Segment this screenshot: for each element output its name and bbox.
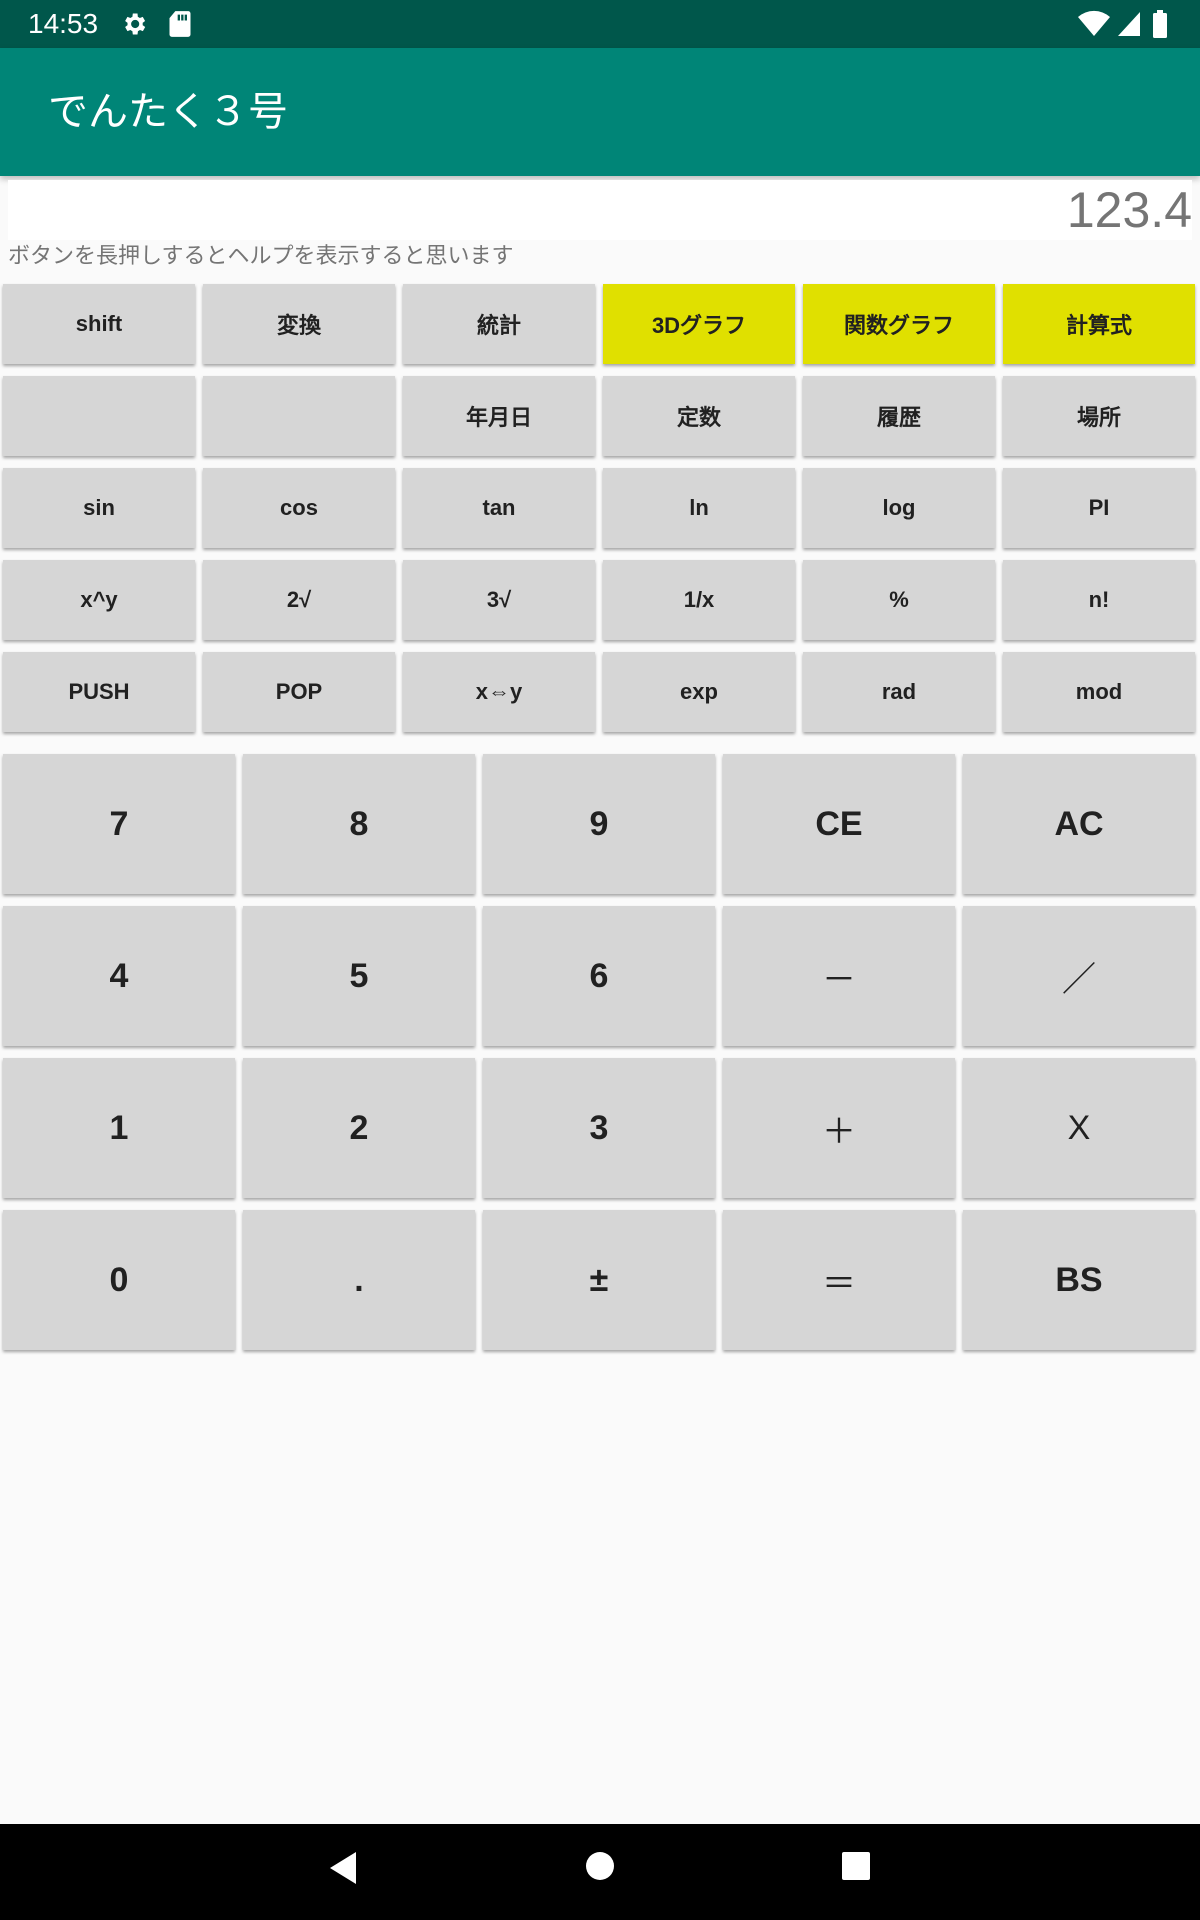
blank-button-2[interactable] bbox=[203, 376, 395, 456]
all-clear-button[interactable]: AC bbox=[963, 754, 1195, 894]
exp-button[interactable]: exp bbox=[603, 652, 795, 732]
backspace-button[interactable]: BS bbox=[963, 1210, 1195, 1350]
shift-button[interactable]: shift bbox=[3, 284, 195, 364]
history-button[interactable]: 履歴 bbox=[803, 376, 995, 456]
cos-button[interactable]: cos bbox=[203, 468, 395, 548]
digit-1-button[interactable]: 1 bbox=[3, 1058, 235, 1198]
digit-0-button[interactable]: 0 bbox=[3, 1210, 235, 1350]
factorial-button[interactable]: n! bbox=[1003, 560, 1195, 640]
mod-button[interactable]: mod bbox=[1003, 652, 1195, 732]
plus-minus-button[interactable]: ± bbox=[483, 1210, 715, 1350]
blank-button-1[interactable] bbox=[3, 376, 195, 456]
sd-card-icon bbox=[168, 10, 192, 42]
percent-button[interactable]: % bbox=[803, 560, 995, 640]
sin-button[interactable]: sin bbox=[3, 468, 195, 548]
multiply-button[interactable]: X bbox=[963, 1058, 1195, 1198]
pi-button[interactable]: PI bbox=[1003, 468, 1195, 548]
power-button[interactable]: x^y bbox=[3, 560, 195, 640]
date-button[interactable]: 年月日 bbox=[403, 376, 595, 456]
convert-button[interactable]: 変換 bbox=[203, 284, 395, 364]
decimal-point-button[interactable]: . bbox=[243, 1210, 475, 1350]
navigation-bar bbox=[0, 1824, 1200, 1920]
formula-button[interactable]: 計算式 bbox=[1003, 284, 1195, 364]
function-graph-button[interactable]: 関数グラフ bbox=[803, 284, 995, 364]
app-title: でんたく３号 bbox=[48, 89, 288, 135]
tan-button[interactable]: tan bbox=[403, 468, 595, 548]
subtract-button[interactable]: － bbox=[723, 906, 955, 1046]
back-icon[interactable] bbox=[326, 1848, 358, 1892]
digit-8-button[interactable]: 8 bbox=[243, 754, 475, 894]
status-time: 14:53 bbox=[28, 8, 99, 39]
settings-icon bbox=[120, 10, 148, 42]
calculator-display: 123.4 bbox=[8, 180, 1192, 240]
digit-7-button[interactable]: 7 bbox=[3, 754, 235, 894]
divide-button[interactable]: ／ bbox=[963, 906, 1195, 1046]
swap-xy-button[interactable]: x⇔y bbox=[403, 652, 595, 732]
rad-button[interactable]: rad bbox=[803, 652, 995, 732]
add-button[interactable]: ＋ bbox=[723, 1058, 955, 1198]
digit-9-button[interactable]: 9 bbox=[483, 754, 715, 894]
wifi-icon bbox=[1078, 10, 1110, 42]
digit-4-button[interactable]: 4 bbox=[3, 906, 235, 1046]
equals-button[interactable]: ＝ bbox=[723, 1210, 955, 1350]
battery-icon bbox=[1152, 10, 1168, 42]
digit-2-button[interactable]: 2 bbox=[243, 1058, 475, 1198]
digit-5-button[interactable]: 5 bbox=[243, 906, 475, 1046]
location-button[interactable]: 場所 bbox=[1003, 376, 1195, 456]
statistics-button[interactable]: 統計 bbox=[403, 284, 595, 364]
log-button[interactable]: log bbox=[803, 468, 995, 548]
display-value: 123.4 bbox=[1066, 182, 1192, 238]
help-text: ボタンを長押しするとヘルプを表示すると思います bbox=[8, 244, 514, 269]
3d-graph-button[interactable]: 3Dグラフ bbox=[603, 284, 795, 364]
digit-3-button[interactable]: 3 bbox=[483, 1058, 715, 1198]
cube-root-button[interactable]: 3√ bbox=[403, 560, 595, 640]
clear-entry-button[interactable]: CE bbox=[723, 754, 955, 894]
home-icon[interactable] bbox=[584, 1850, 616, 1886]
push-button[interactable]: PUSH bbox=[3, 652, 195, 732]
signal-icon bbox=[1116, 10, 1142, 42]
reciprocal-button[interactable]: 1/x bbox=[603, 560, 795, 640]
constants-button[interactable]: 定数 bbox=[603, 376, 795, 456]
digit-6-button[interactable]: 6 bbox=[483, 906, 715, 1046]
app-bar: でんたく３号 bbox=[0, 48, 1200, 176]
status-bar: 14:53 bbox=[0, 0, 1200, 48]
pop-button[interactable]: POP bbox=[203, 652, 395, 732]
recents-icon[interactable] bbox=[840, 1850, 872, 1886]
ln-button[interactable]: ln bbox=[603, 468, 795, 548]
square-root-button[interactable]: 2√ bbox=[203, 560, 395, 640]
